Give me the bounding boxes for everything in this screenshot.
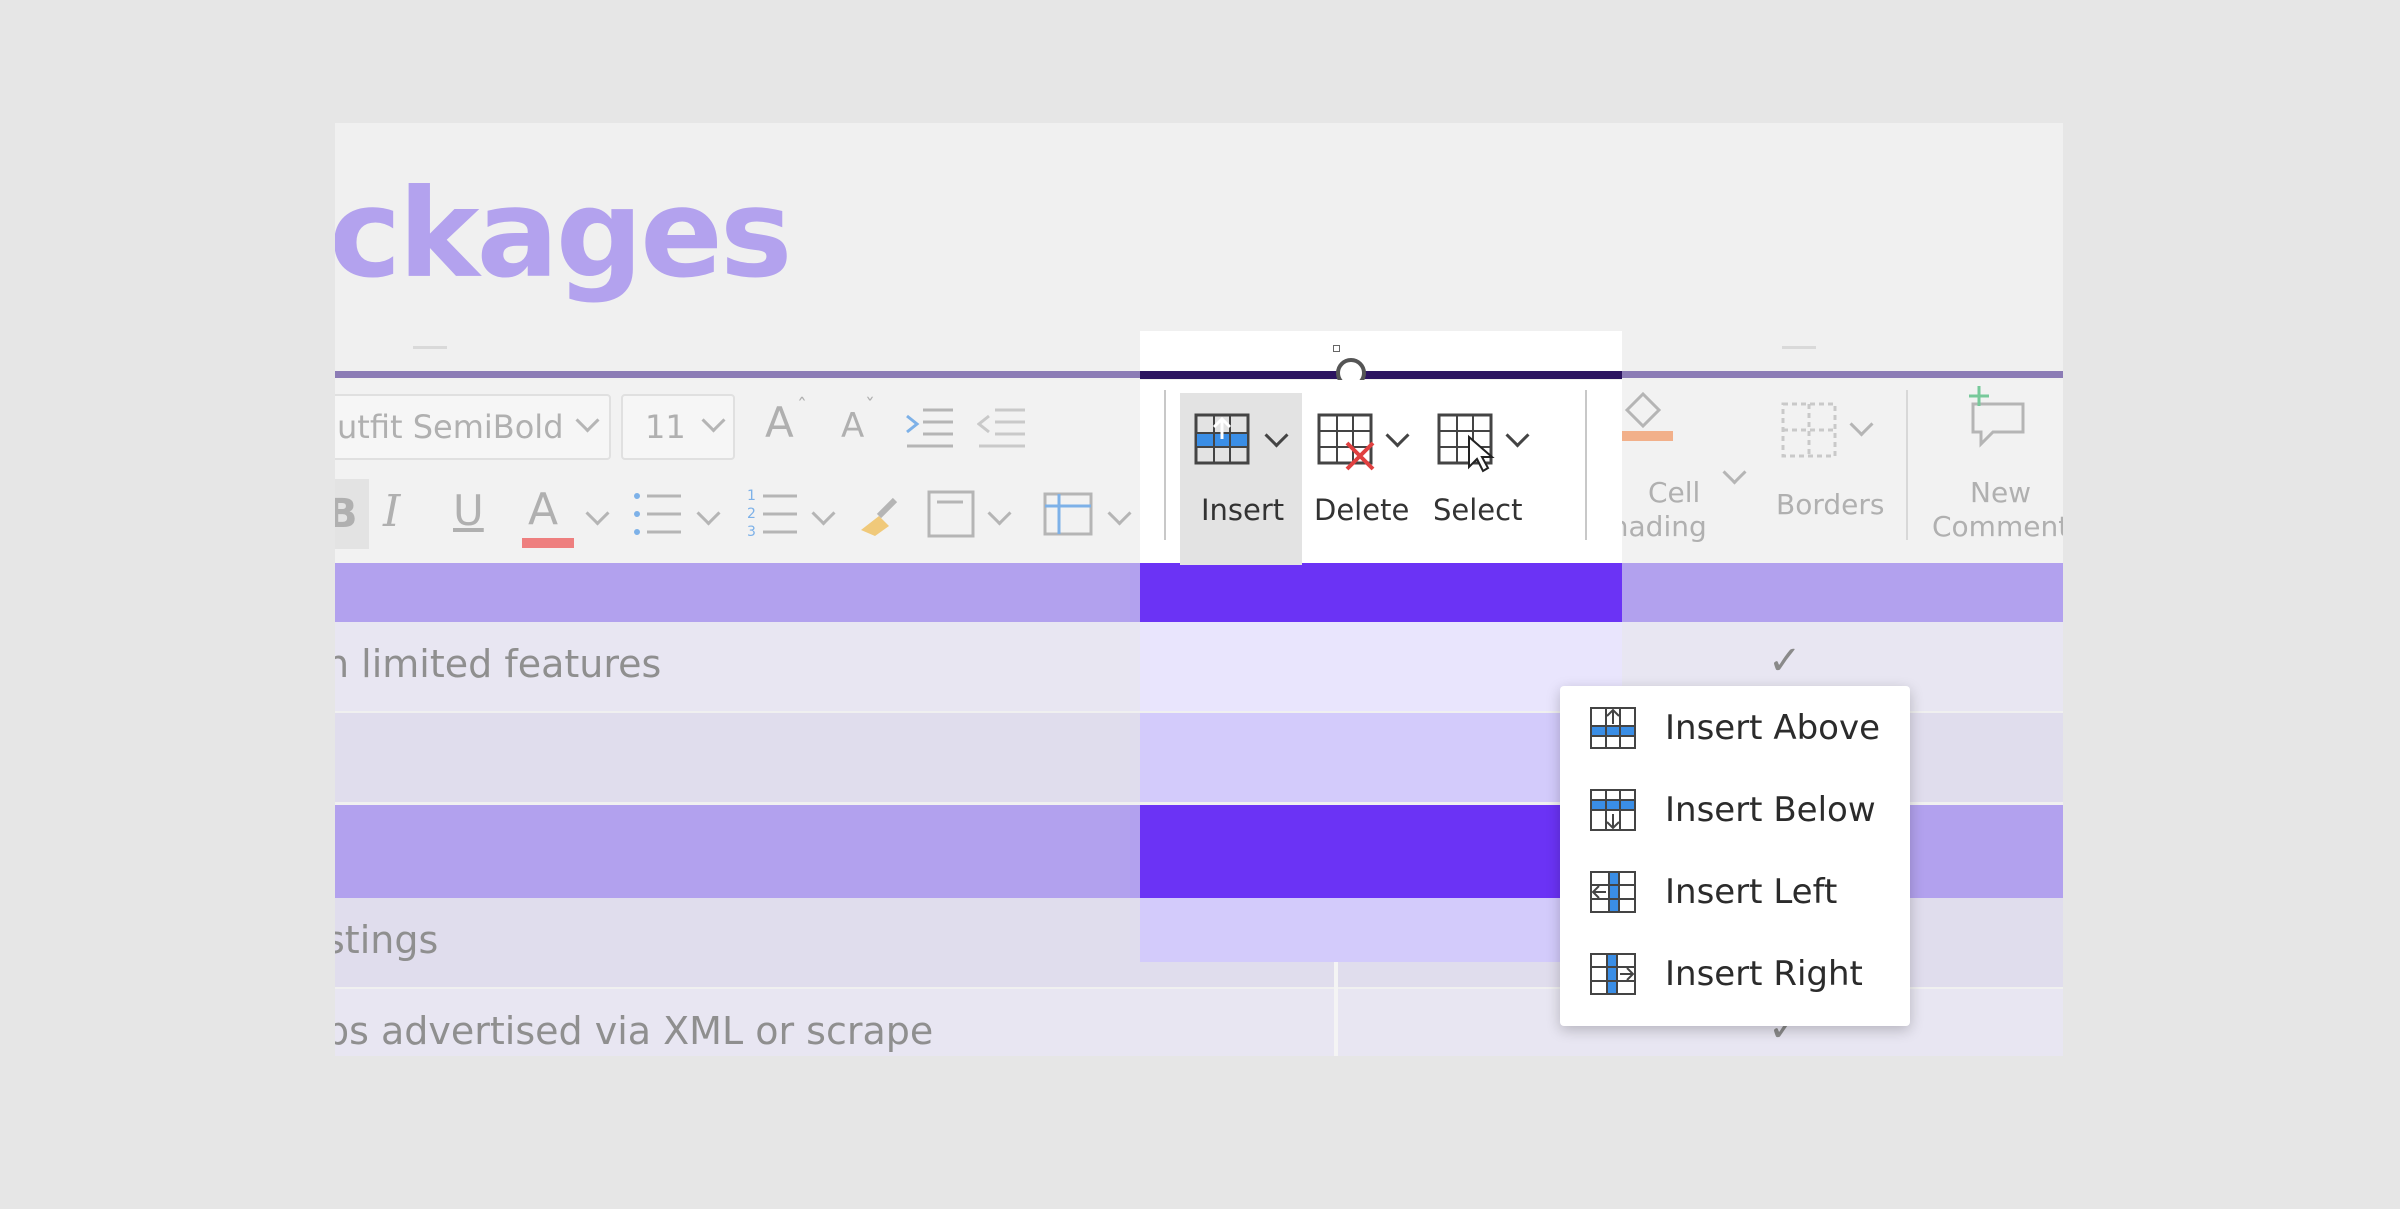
chevron-down-icon[interactable] (585, 501, 610, 526)
check-icon: ✓ (1768, 638, 1802, 684)
new-comment-icon[interactable] (1965, 384, 2029, 448)
select-table-icon (1437, 413, 1495, 473)
format-painter-icon[interactable] (855, 490, 905, 536)
chevron-down-icon[interactable] (811, 501, 836, 526)
cell-shading-label: Cell (1648, 476, 1701, 509)
numbered-list-icon[interactable]: 1 2 3 (747, 486, 799, 542)
font-color-button[interactable]: A (520, 480, 576, 550)
chevron-down-icon (1505, 423, 1530, 448)
insert-left-icon (1590, 871, 1636, 913)
menu-item-insert-above[interactable]: Insert Above (1560, 690, 1910, 770)
chevron-down-icon[interactable] (1722, 460, 1747, 485)
font-size-select[interactable]: 11 (621, 394, 735, 460)
insert-above-icon (1590, 707, 1636, 749)
decrease-indent-icon[interactable] (977, 406, 1027, 450)
menu-item-insert-left[interactable]: Insert Left (1560, 854, 1910, 934)
font-name-select[interactable]: utfit SemiBold (335, 394, 611, 460)
new-comment-label: New (1970, 476, 2032, 509)
divider-tick (413, 346, 447, 349)
menu-item-insert-right[interactable]: Insert Right (1560, 936, 1910, 1016)
svg-text:3: 3 (747, 524, 756, 540)
row-text: n limited features (335, 642, 662, 686)
row-text: stings (335, 918, 439, 962)
divider-tick (1782, 346, 1816, 349)
borders-icon[interactable] (1781, 402, 1839, 460)
insert-right-icon (1590, 953, 1636, 995)
selected-cell[interactable] (1140, 563, 1622, 622)
chevron-down-icon[interactable] (987, 501, 1012, 526)
svg-text:1: 1 (747, 488, 756, 504)
document-frame: ckages n limited features ✓ ✓ stings ✓ b… (335, 123, 2063, 1056)
shrink-font-button[interactable]: A (841, 406, 864, 446)
selected-cell[interactable] (1140, 805, 1622, 898)
chevron-down-icon[interactable] (696, 501, 721, 526)
selected-cell[interactable] (1140, 898, 1622, 962)
table-layout-icon[interactable] (1043, 492, 1093, 536)
selected-cell[interactable] (1140, 622, 1622, 711)
text-box-icon[interactable] (927, 490, 975, 538)
cell-shading-icon[interactable] (1613, 388, 1673, 448)
grow-font-button[interactable]: A (765, 398, 794, 447)
insert-table-icon (1194, 413, 1250, 465)
increase-indent-icon[interactable] (905, 406, 955, 450)
bullet-list-icon[interactable] (633, 490, 683, 540)
borders-label: Borders (1776, 488, 1885, 521)
resize-handle[interactable] (1333, 345, 1340, 352)
menu-item-insert-below[interactable]: Insert Below (1560, 772, 1910, 852)
selected-cell[interactable] (1140, 713, 1622, 802)
chevron-down-icon[interactable] (1849, 412, 1874, 437)
delete-button[interactable]: Delete (1303, 393, 1421, 565)
bold-button[interactable]: B (335, 479, 369, 549)
page-heading: ckages (335, 163, 792, 305)
delete-table-icon (1317, 413, 1375, 471)
chevron-down-icon[interactable] (1107, 501, 1132, 526)
select-button[interactable]: Select (1425, 393, 1555, 565)
italic-button[interactable]: I (383, 486, 400, 537)
selected-column-header[interactable] (1140, 331, 1622, 371)
insert-dropdown-menu: Insert Above Insert Below Insert Left In… (1560, 686, 1910, 1026)
chevron-down-icon (1385, 423, 1410, 448)
chevron-down-icon (1264, 423, 1289, 448)
underline-button[interactable]: U (453, 486, 484, 535)
insert-button[interactable]: Insert (1180, 393, 1302, 565)
row-text: bs advertised via XML or scrape (335, 1009, 934, 1053)
svg-text:2: 2 (747, 506, 756, 522)
insert-below-icon (1590, 789, 1636, 831)
selected-column-rule (1140, 371, 1622, 379)
